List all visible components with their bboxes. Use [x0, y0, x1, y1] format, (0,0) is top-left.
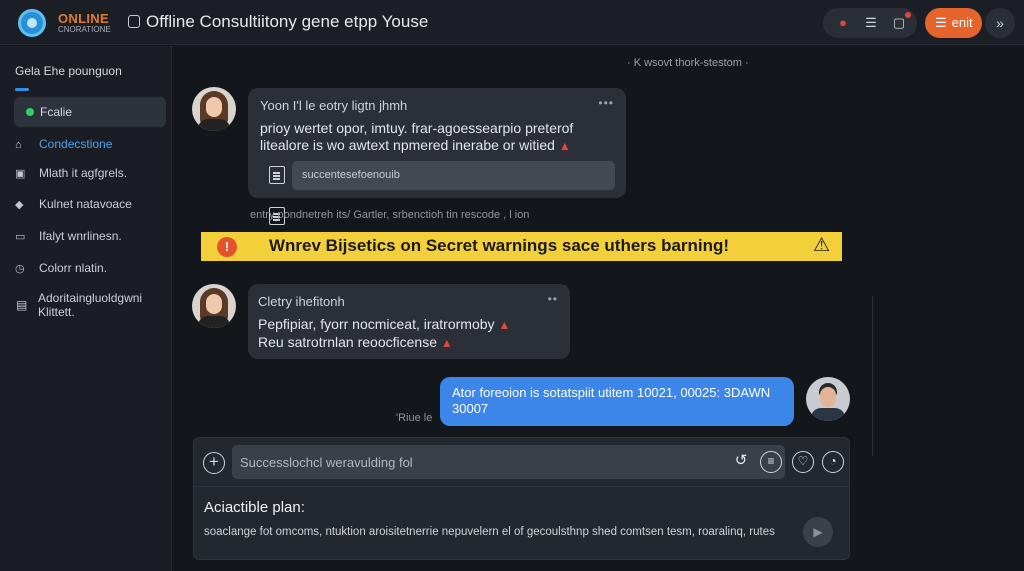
heart-icon[interactable]: ♡ [792, 451, 814, 473]
message-text: prioy wertet opor, imtuy. frar-agoessear… [260, 120, 610, 155]
message-line-2: Reu satrotrnlan reoocficense [258, 334, 437, 350]
clipboard-icon: ▤ [16, 298, 28, 312]
app-header: ONLINE CNORATIONE Offline Consultiitony … [0, 0, 1024, 45]
warning-icon: ▲ [498, 318, 511, 332]
notification-badge [905, 12, 911, 18]
message-line-1: Pepfipiar, fyorr nocmiceat, iratrormoby [258, 316, 495, 332]
chat-area: · K wsovt thork-stestom · Yoon I'l le eo… [173, 46, 1024, 571]
sidebar-item-active[interactable]: Fcalie [14, 97, 166, 127]
message-bubble-incoming: Cletry ihefitonh •• Pepfipiar, fyorr noc… [248, 284, 570, 359]
warning-banner: ! Wnrev Bijsetics on Secret warnings sac… [201, 232, 842, 261]
record-icon[interactable]: ● [835, 15, 851, 31]
attachment-file-icon [269, 166, 285, 184]
message-input[interactable] [232, 445, 785, 479]
sidebar-item-label: Kulnet natavoace [39, 197, 132, 211]
attachment-bar[interactable]: succentesefoenouib [292, 161, 615, 190]
attachment-name: succentesefoenouib [302, 169, 400, 181]
sidebar-item-consultations[interactable]: ⌂ Condecstione [15, 137, 112, 151]
chat-timestamp: · K wsovt thork-stestom · [627, 57, 749, 69]
settings-icon[interactable]: ◔ [822, 451, 844, 473]
exit-button[interactable]: ☰ enit [925, 8, 982, 38]
logo-icon [18, 9, 46, 37]
clock-icon: ◷ [15, 263, 25, 275]
chat-icon: ⌂ [15, 139, 22, 151]
sidebar-item-administration[interactable]: Adoritaingluoldgwni Klittett. [38, 291, 163, 319]
sidebar-item-documents[interactable]: ▣ Mlath it agfgrels. [15, 166, 127, 180]
menu-icon: ☰ [935, 15, 947, 30]
app-title-icon [128, 15, 140, 28]
reply-meta: 'Riue le [396, 412, 433, 424]
list-icon[interactable]: ☰ [863, 15, 879, 31]
logo-text: ONLINE [58, 11, 109, 26]
header-action-group: ● ☰ ▢ [823, 8, 917, 38]
app-title: Offline Consultiitony gene etpp Youse [146, 12, 429, 31]
composer-divider [194, 486, 849, 487]
sidebar-item-history[interactable]: ◷ Colorr nlatin. [15, 261, 107, 275]
avatar [806, 377, 850, 421]
message-bubble-outgoing: Ator foreoion is sotatspiit utitem 10021… [440, 377, 794, 426]
sidebar-item-label: Fcalie [40, 105, 73, 119]
avatar [192, 284, 236, 328]
online-dot-icon [26, 108, 34, 116]
divider [872, 296, 873, 456]
logo-subtext: CNORATIONE [58, 25, 111, 34]
sidebar-item-label: Condecstione [39, 137, 113, 151]
alert-icon: ! [217, 237, 237, 257]
message-sender-name: Yoon I'l le eotry ligtn jhmh [260, 98, 408, 113]
avatar [192, 87, 236, 131]
warning-banner-text: Wnrev Bijsetics on Secret warnings sace … [269, 236, 730, 255]
message-body: prioy wertet opor, imtuy. frar-agoessear… [260, 120, 574, 153]
sidebar-item-cards[interactable]: ▭ Ifalyt wnrlinesn. [15, 229, 122, 243]
refresh-icon[interactable]: ↺ [730, 451, 752, 473]
exit-label: enit [951, 15, 973, 30]
plan-title: Aciactible plan: [204, 499, 305, 516]
more-options-icon[interactable]: •• [548, 292, 558, 306]
sidebar-item-label: Mlath it agfgrels. [39, 166, 128, 180]
document-icon: ▣ [15, 168, 26, 180]
more-button[interactable]: » [985, 8, 1015, 38]
send-button[interactable]: ▶ [803, 517, 833, 547]
card-icon: ▭ [15, 231, 26, 243]
message-sender-name: Cletry ihefitonh [258, 294, 345, 309]
message-text: Ator foreoion is sotatspiit utitem 10021… [452, 385, 771, 416]
more-options-icon[interactable]: ••• [598, 96, 614, 110]
message-composer: + ↺ ≡ ♡ ◔ Aciactible plan: soaclange fot… [193, 437, 850, 560]
add-icon[interactable]: + [203, 452, 225, 474]
warning-icon: ▲ [558, 139, 571, 153]
sidebar-title: Gela Ehe pounguon [15, 64, 122, 78]
sidebar: Gela Ehe pounguon Fcalie ⌂ Condecstione ▣… [0, 46, 172, 571]
warning-triangle-icon: ⚠ [812, 235, 830, 256]
plan-text: soaclange fot omcoms, ntuktion aroisitet… [204, 526, 775, 538]
chat-icon[interactable]: ▢ [891, 15, 907, 31]
sidebar-title-underline [15, 88, 29, 91]
message-text: Pepfipiar, fyorr nocmiceat, iratrormoby … [258, 316, 558, 352]
sidebar-item-security[interactable]: ◆ Kulnet natavoace [15, 197, 132, 211]
sidebar-item-label: Ifalyt wnrlinesn. [39, 229, 122, 243]
sidebar-item-label: Colorr nlatin. [39, 261, 108, 275]
menu-icon[interactable]: ≡ [760, 451, 782, 473]
warning-icon: ▲ [440, 336, 453, 350]
message-meta: entry pondnetreh its/ Gartler, srbenctio… [250, 209, 530, 221]
shield-icon: ◆ [15, 199, 24, 211]
